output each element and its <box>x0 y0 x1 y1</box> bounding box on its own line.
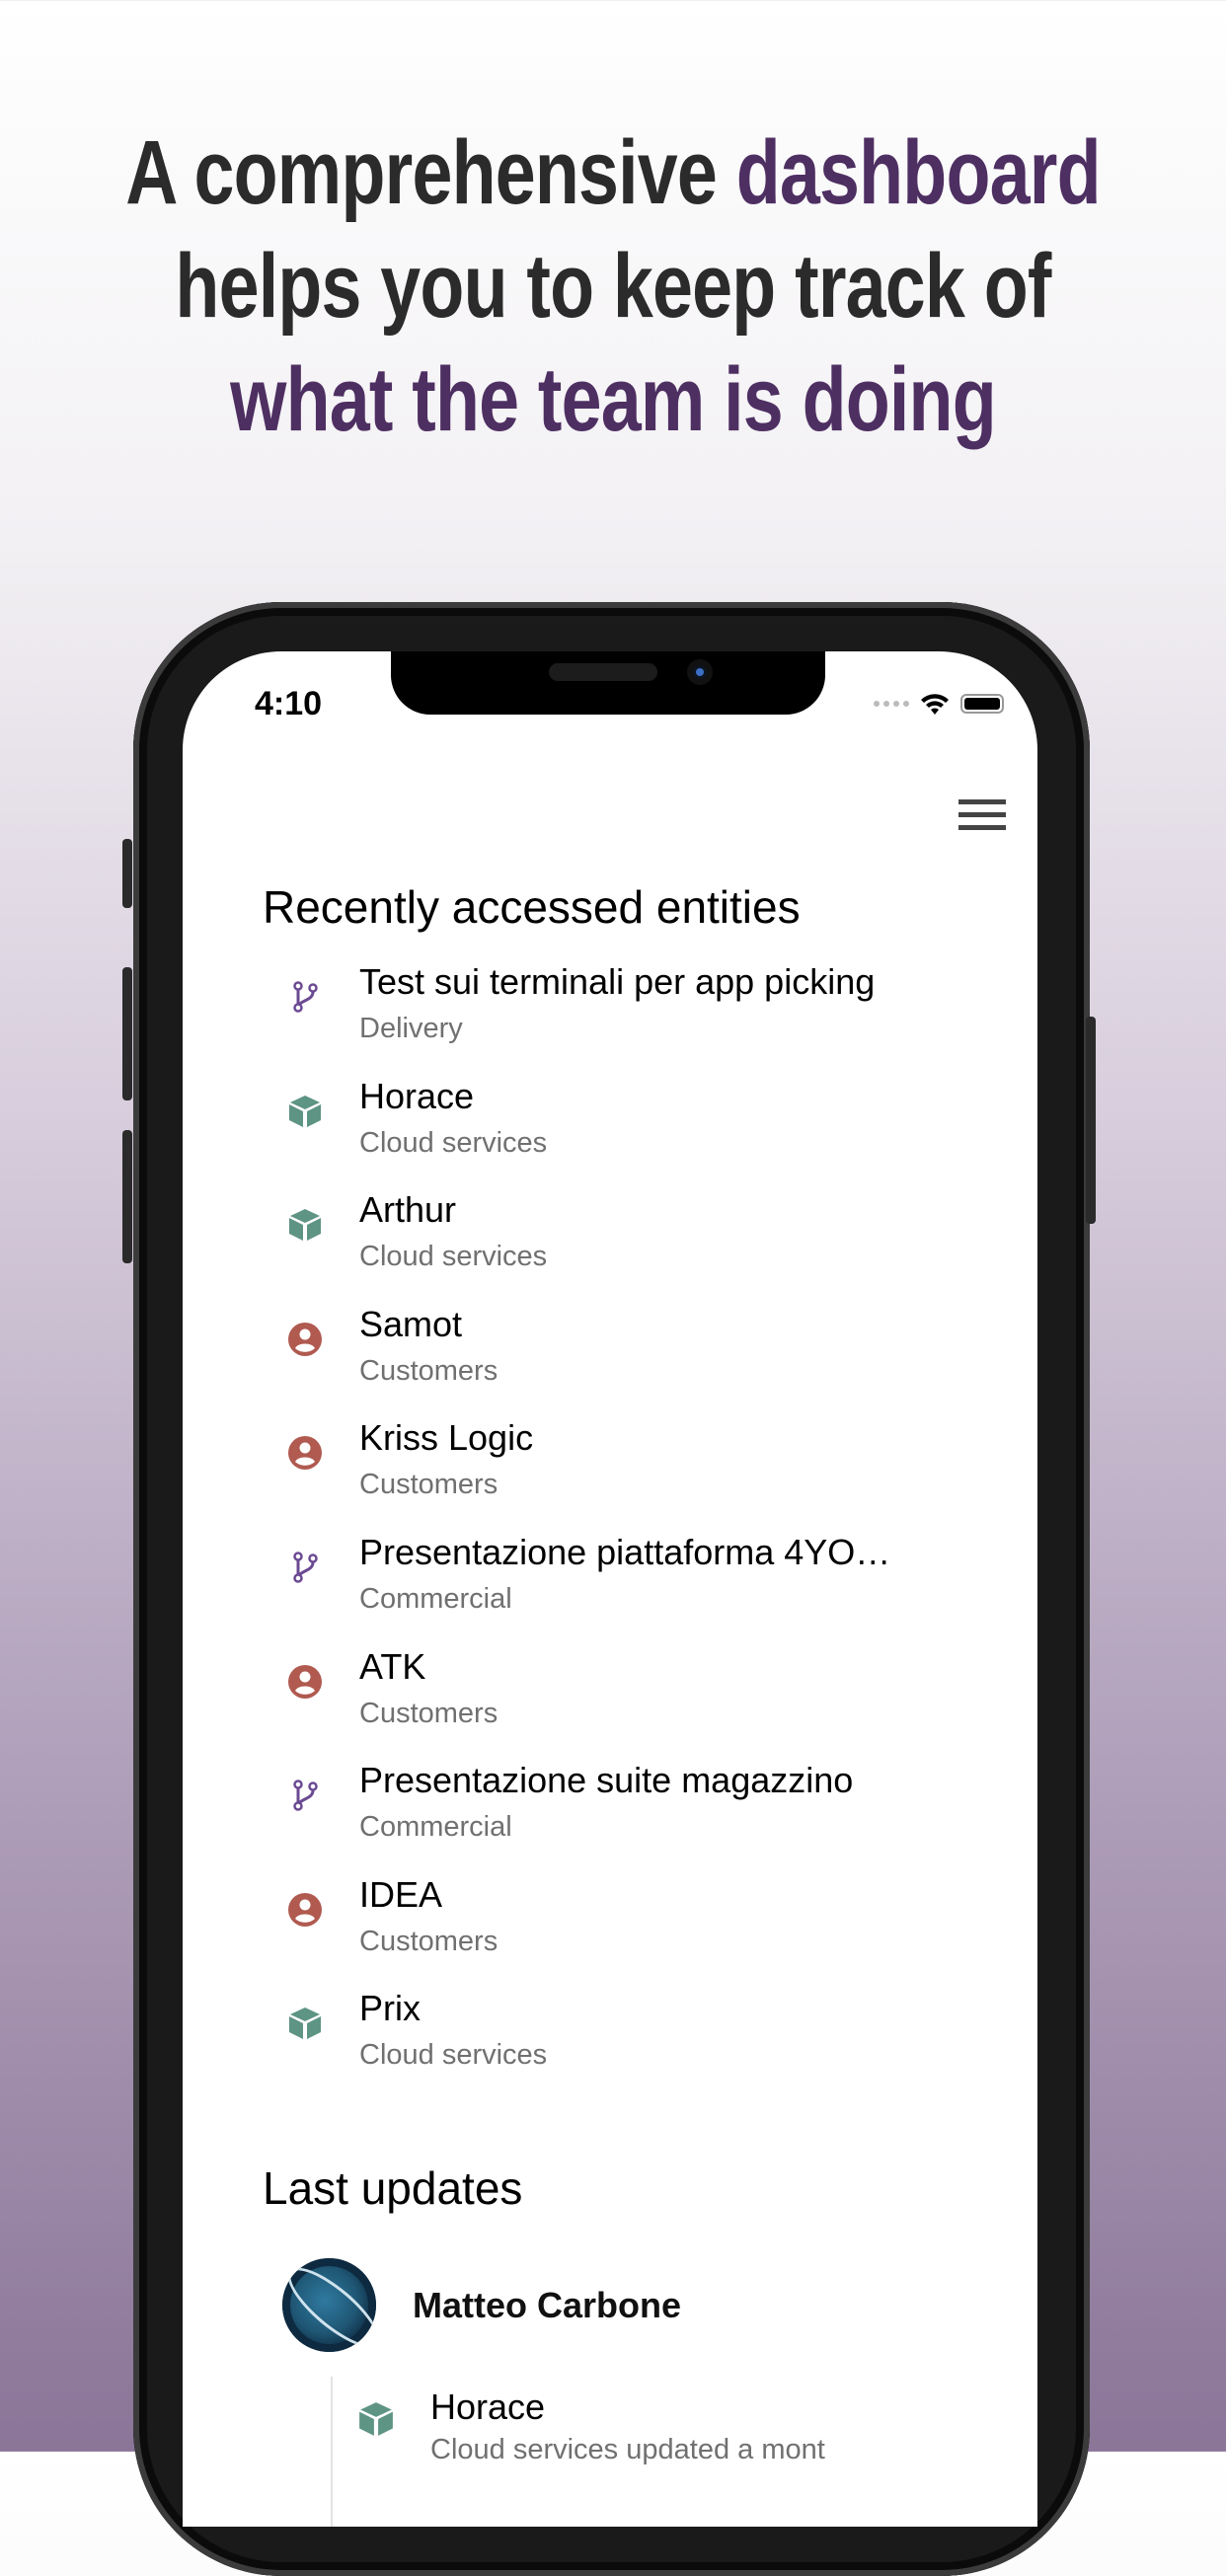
entity-title: Horace <box>359 1075 475 1116</box>
volume-down-button <box>122 1130 132 1263</box>
entity-title: Arthur <box>359 1189 457 1231</box>
entity-subtitle: Commercial <box>359 1811 512 1844</box>
cube-icon <box>359 2402 393 2436</box>
list-item[interactable]: Kriss Logic Customers <box>183 1413 1037 1528</box>
headline: A comprehensive dashboard helps you to k… <box>0 116 1226 457</box>
entity-title: IDEA <box>359 1873 443 1915</box>
headline-line-2: helps you to keep track of <box>175 236 1051 337</box>
update-entity-subtitle: Cloud services updated a mont <box>430 2434 825 2465</box>
person-icon <box>287 1664 323 1700</box>
recent-entities-title: Recently accessed entities <box>263 881 801 933</box>
branch-icon <box>287 1550 323 1585</box>
entity-title: Presentazione piattaforma 4YO… <box>359 1531 891 1572</box>
branch-icon <box>287 1778 323 1813</box>
hamburger-menu-icon[interactable] <box>958 799 1006 835</box>
status-time: 4:10 <box>255 685 323 722</box>
entity-title: ATK <box>359 1645 426 1687</box>
avatar[interactable] <box>282 2258 376 2352</box>
entity-subtitle: Cloud services <box>359 1241 548 1273</box>
wifi-icon <box>921 694 949 715</box>
headline-accent: dashboard <box>735 122 1102 223</box>
entity-subtitle: Cloud services <box>359 1126 548 1159</box>
person-icon <box>287 1435 323 1471</box>
user-name[interactable]: Matteo Carbone <box>413 2285 681 2326</box>
list-item[interactable]: Presentazione piattaforma 4YO… Commercia… <box>183 1528 1037 1642</box>
entity-subtitle: Commercial <box>359 1582 512 1615</box>
list-item[interactable]: ATK Customers <box>183 1642 1037 1757</box>
list-item[interactable]: Test sui terminali per app picking Deliv… <box>183 957 1037 1072</box>
entity-subtitle: Delivery <box>359 1013 463 1044</box>
person-icon <box>287 1322 323 1357</box>
last-updates-title: Last updates <box>263 2162 523 2214</box>
signal-icon <box>874 701 909 707</box>
entity-title: Kriss Logic <box>359 1417 534 1459</box>
entity-title: Presentazione suite magazzino <box>359 1760 854 1801</box>
mute-switch <box>122 839 132 908</box>
camera <box>687 659 713 685</box>
power-button <box>1086 1017 1096 1224</box>
list-item[interactable]: Arthur Cloud services <box>183 1185 1037 1300</box>
entity-title: Samot <box>359 1303 463 1344</box>
speaker <box>549 663 657 681</box>
battery-icon <box>960 694 1004 714</box>
entity-subtitle: Customers <box>359 1697 498 1729</box>
list-item[interactable]: Prix Cloud services <box>183 1984 1037 2098</box>
timeline-line <box>331 2377 333 2527</box>
headline-line-3: what the team is doing <box>230 349 997 450</box>
list-item[interactable]: Presentazione suite magazzino Commercial <box>183 1756 1037 1870</box>
entity-subtitle: Cloud services <box>359 2039 548 2072</box>
branch-icon <box>287 979 323 1015</box>
entity-subtitle: Customers <box>359 1354 498 1387</box>
entity-subtitle: Customers <box>359 1469 498 1501</box>
entity-title: Prix <box>359 1988 421 2029</box>
list-item[interactable]: Horace Cloud services <box>183 1072 1037 1186</box>
update-entity-title[interactable]: Horace <box>430 2387 545 2428</box>
app-screen: 4:10 Recently accessed entities Test sui… <box>183 651 1037 2527</box>
cube-icon <box>287 1207 323 1243</box>
entity-subtitle: Customers <box>359 1925 498 1957</box>
notch <box>391 651 825 715</box>
status-icons <box>874 691 1004 717</box>
entity-title: Test sui terminali per app picking <box>359 961 876 1002</box>
cube-icon <box>287 2006 323 2041</box>
list-item[interactable]: IDEA Customers <box>183 1870 1037 1985</box>
volume-up-button <box>122 967 132 1100</box>
headline-text: A comprehensive <box>125 122 736 223</box>
recent-entities-list: Test sui terminali per app picking Deliv… <box>183 957 1037 2098</box>
list-item[interactable]: Samot Customers <box>183 1300 1037 1414</box>
person-icon <box>287 1892 323 1928</box>
cube-icon <box>287 1094 323 1129</box>
headline-line-1: A comprehensive dashboard <box>122 116 1104 230</box>
